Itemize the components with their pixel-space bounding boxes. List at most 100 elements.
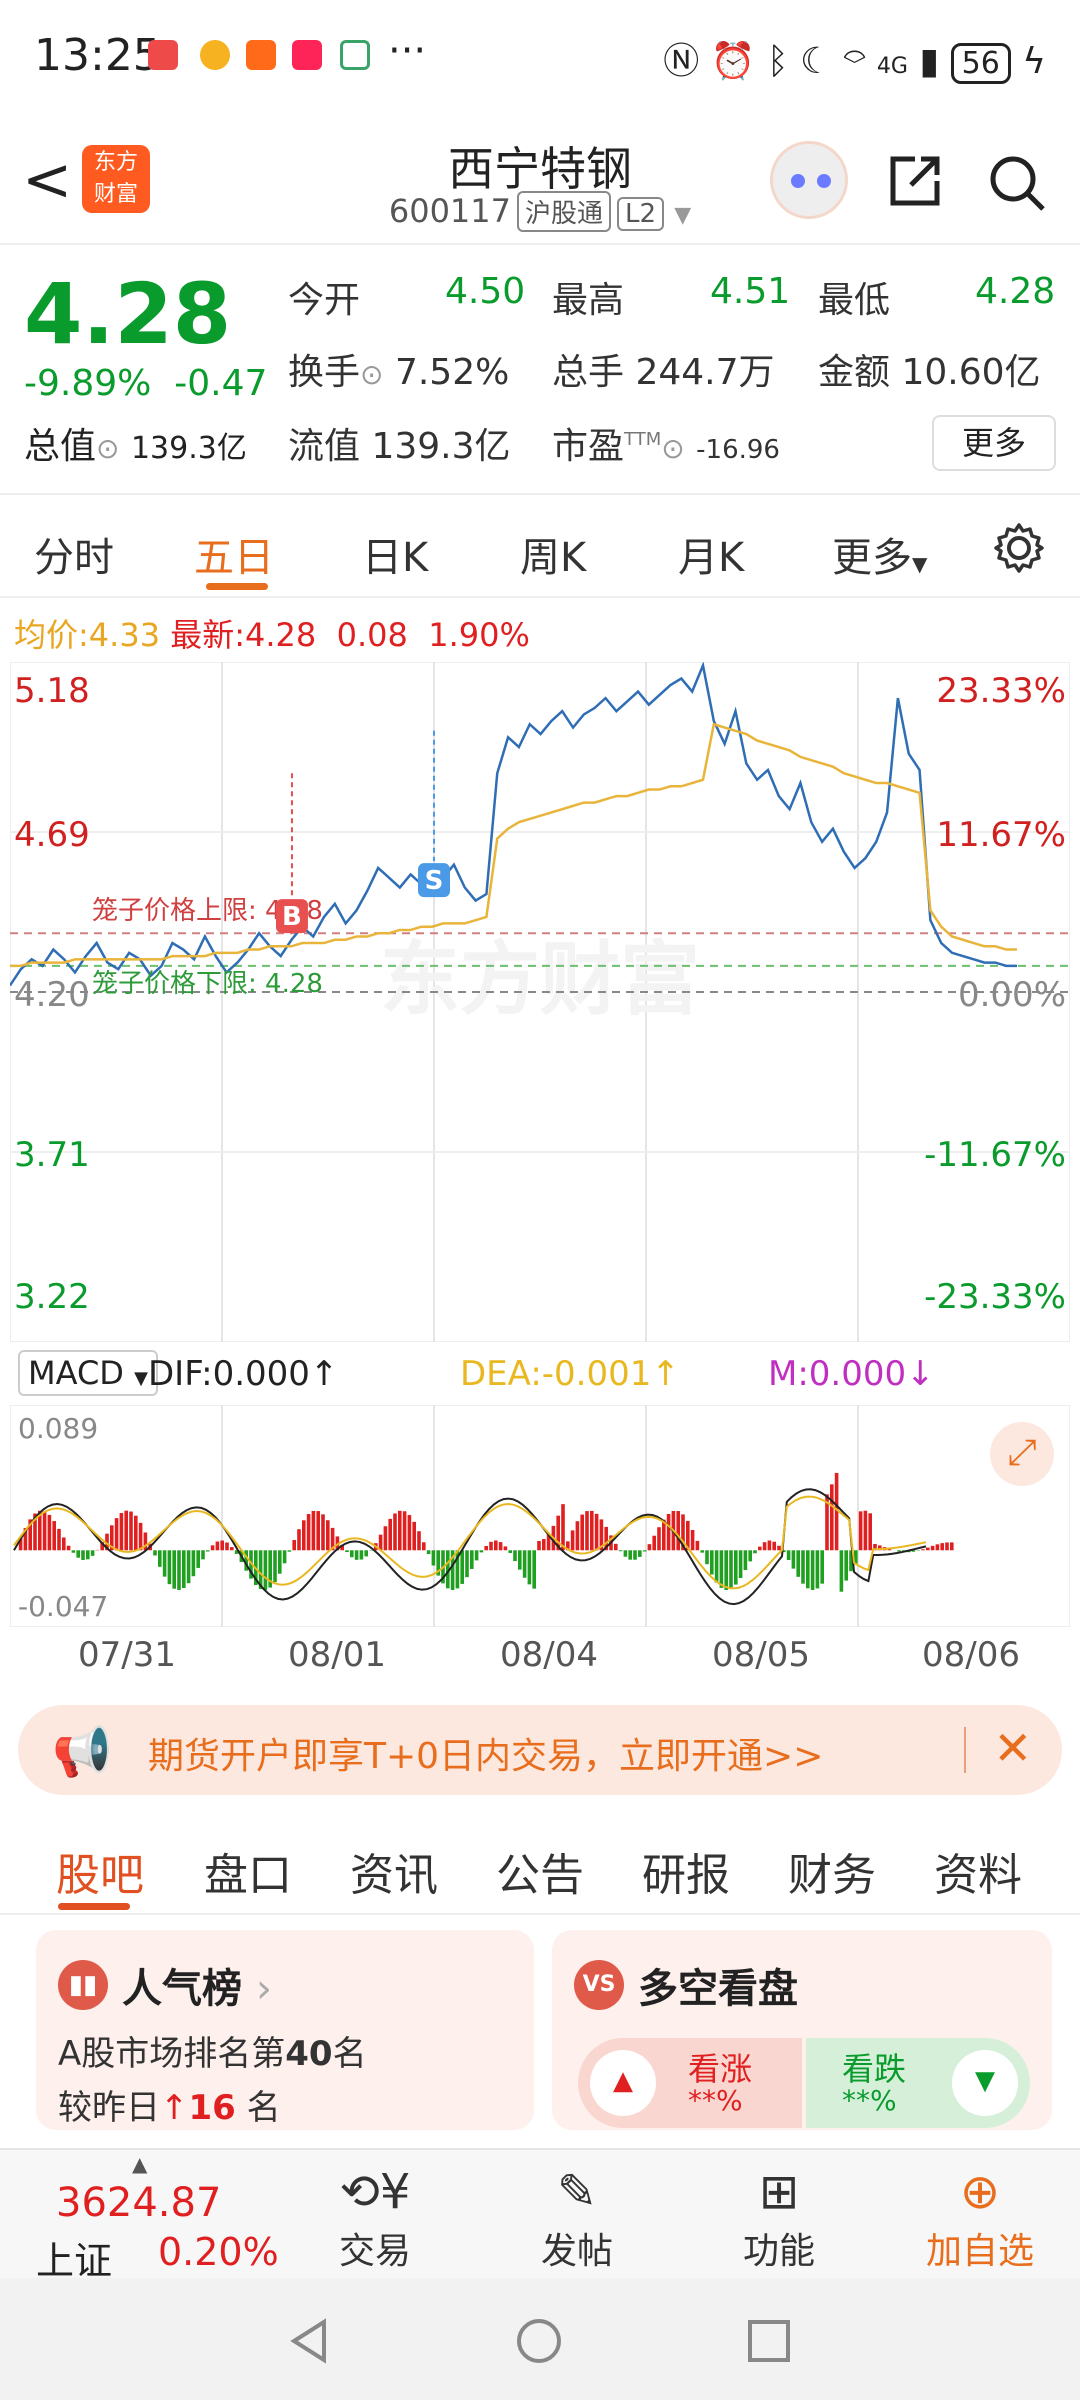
low-value: 4.28: [975, 271, 1056, 312]
macd-bar: [479, 1550, 484, 1553]
macd-bar: [393, 1513, 397, 1551]
macd-bar: [220, 1540, 224, 1551]
macd-bar: [47, 1514, 52, 1551]
macd-bar: [412, 1521, 416, 1551]
futures-ad-banner[interactable]: 📢 期货开户即享T+0日内交易，立即开通>> ✕: [18, 1705, 1062, 1795]
macd-bar: [762, 1542, 767, 1551]
macd-chart[interactable]: [10, 1405, 1070, 1627]
nav-trade[interactable]: ⟲¥ 交易: [305, 2164, 445, 2274]
tab-intraday[interactable]: 分时: [34, 525, 114, 583]
popularity-title: 人气榜 ›: [122, 1966, 272, 2012]
ad-text[interactable]: 期货开户即享T+0日内交易，立即开通>>: [148, 1727, 823, 1779]
tab-announcements[interactable]: 公告: [496, 1839, 584, 1903]
rank-line: A股市场排名第40名: [58, 2034, 367, 2074]
macd-bar: [820, 1550, 824, 1584]
moon-icon: ☾: [800, 41, 833, 82]
arrow-up-icon: ↑: [160, 2088, 189, 2128]
bluetooth-icon: ᛒ: [766, 41, 789, 82]
back-triangle-icon[interactable]: [284, 2316, 334, 2366]
date-label: 08/05: [712, 1635, 810, 1675]
tab-daily-k[interactable]: 日K: [362, 525, 428, 583]
ai-robot-icon[interactable]: [770, 141, 848, 219]
macd-bar: [570, 1530, 575, 1551]
macd-bar: [470, 1550, 474, 1569]
macd-bar: [431, 1550, 436, 1566]
macd-bar: [743, 1550, 748, 1570]
bull-bear-card[interactable]: VS 多空看盘 ▲ 看涨 **% 看跌 **% ▼: [552, 1930, 1052, 2130]
expand-icon[interactable]: ⤢: [990, 1422, 1054, 1486]
quote-panel: 4.28 -9.89% -0.47 总值⊙ 139.3亿 今开 4.50 最高 …: [0, 245, 1080, 495]
macd-bar: [345, 1550, 349, 1553]
index-name[interactable]: 上证: [36, 2230, 112, 2285]
macd-bar: [297, 1529, 301, 1551]
macd-bar: [417, 1531, 421, 1551]
recents-square-icon[interactable]: [744, 2316, 794, 2366]
macd-bar: [863, 1510, 868, 1551]
tab-research[interactable]: 研报: [642, 1839, 730, 1903]
volume: 总手 244.7万: [552, 352, 775, 393]
five-day-price-chart[interactable]: 东方财富笼子价格上限: 4.38笼子价格下限: 4.285.184.694.20…: [10, 662, 1070, 1342]
macd-bar: [182, 1550, 186, 1589]
nav-post[interactable]: ✎ 发帖: [507, 2164, 647, 2274]
macd-bar: [777, 1545, 781, 1551]
status-right: Ⓝ ⏰ ᛒ ☾ ⌔ 4G ▮ 56 ϟ: [663, 32, 1046, 84]
macd-bar: [542, 1539, 546, 1551]
index-change[interactable]: 0.20%: [158, 2230, 279, 2274]
nav-functions[interactable]: ⊞ 功能: [709, 2164, 849, 2274]
macd-bar: [364, 1550, 368, 1557]
charging-icon: ϟ: [1022, 41, 1046, 82]
macd-bar: [767, 1540, 772, 1551]
macd-frame: [10, 1405, 1070, 1627]
notification-app-icon: [246, 40, 276, 70]
macd-header: MACD ▼ DIF:0.000↑ DEA:-0.001↑ M:0.000↓: [10, 1350, 1070, 1406]
search-icon[interactable]: [985, 151, 1049, 215]
nav-add-watchlist[interactable]: ⊕ 加自选: [910, 2164, 1050, 2274]
bottom-navigation: 3624.87 ▲ 上证 0.20% ⟲¥ 交易 ✎ 发帖 ⊞ 功能 ⊕ 加自选: [0, 2148, 1080, 2283]
home-circle-icon[interactable]: [514, 2316, 564, 2366]
buy-marker-label: B: [282, 902, 302, 932]
xiaohongshu-icon: [292, 40, 322, 70]
macd-bar: [561, 1504, 565, 1551]
macd-selector[interactable]: MACD ▼: [18, 1350, 158, 1396]
tab-weekly-k[interactable]: 周K: [520, 525, 586, 583]
popularity-card[interactable]: ▮▮ 人气榜 › A股市场排名第40名 较昨日↑16 名: [36, 1930, 534, 2130]
macd-bar: [753, 1550, 757, 1554]
tab-five-day[interactable]: 五日: [194, 525, 274, 583]
macd-dif: DIF:0.000↑: [148, 1354, 339, 1394]
sell-marker-label: S: [425, 866, 444, 896]
more-quote-button[interactable]: 更多: [932, 415, 1056, 471]
macd-bar: [162, 1550, 167, 1577]
bear-button[interactable]: 看跌 **% ▼: [806, 2038, 1030, 2128]
y-right-tick: 0.00%: [958, 975, 1066, 1015]
tab-news[interactable]: 资讯: [350, 1839, 438, 1903]
macd-bar: [926, 1547, 930, 1551]
macd-bar: [321, 1514, 325, 1551]
index-value[interactable]: 3624.87: [56, 2180, 221, 2226]
share-icon[interactable]: [885, 151, 945, 211]
macd-bar: [935, 1544, 940, 1551]
tab-finance[interactable]: 财务: [788, 1839, 876, 1903]
macd-bar: [623, 1550, 628, 1557]
macd-bar: [897, 1550, 901, 1552]
tab-monthly-k[interactable]: 月K: [678, 525, 744, 583]
more-notifications-icon: ···: [388, 28, 427, 74]
tab-more[interactable]: 更多▼: [832, 525, 927, 583]
macd-bar: [786, 1550, 791, 1561]
macd-bar: [263, 1550, 268, 1590]
level-tag: L2: [617, 197, 665, 231]
close-icon[interactable]: ✕: [993, 1721, 1032, 1775]
macd-bar: [633, 1550, 637, 1560]
active-tab-indicator: [206, 583, 268, 590]
macd-bar: [201, 1550, 205, 1560]
turnover: 换手⊙ 7.52%: [288, 352, 510, 393]
macd-bar: [76, 1550, 80, 1558]
bull-button[interactable]: ▲ 看涨 **%: [578, 2038, 802, 2128]
macd-bar: [868, 1513, 872, 1551]
battery-icon: 56: [950, 43, 1011, 84]
macd-bar: [278, 1550, 282, 1574]
settings-gear-icon[interactable]: [992, 521, 1046, 575]
tab-orderbook[interactable]: 盘口: [204, 1839, 292, 1903]
macd-bar: [138, 1522, 143, 1551]
tab-profile[interactable]: 资料: [934, 1839, 1022, 1903]
tab-guba[interactable]: 股吧: [56, 1839, 144, 1903]
